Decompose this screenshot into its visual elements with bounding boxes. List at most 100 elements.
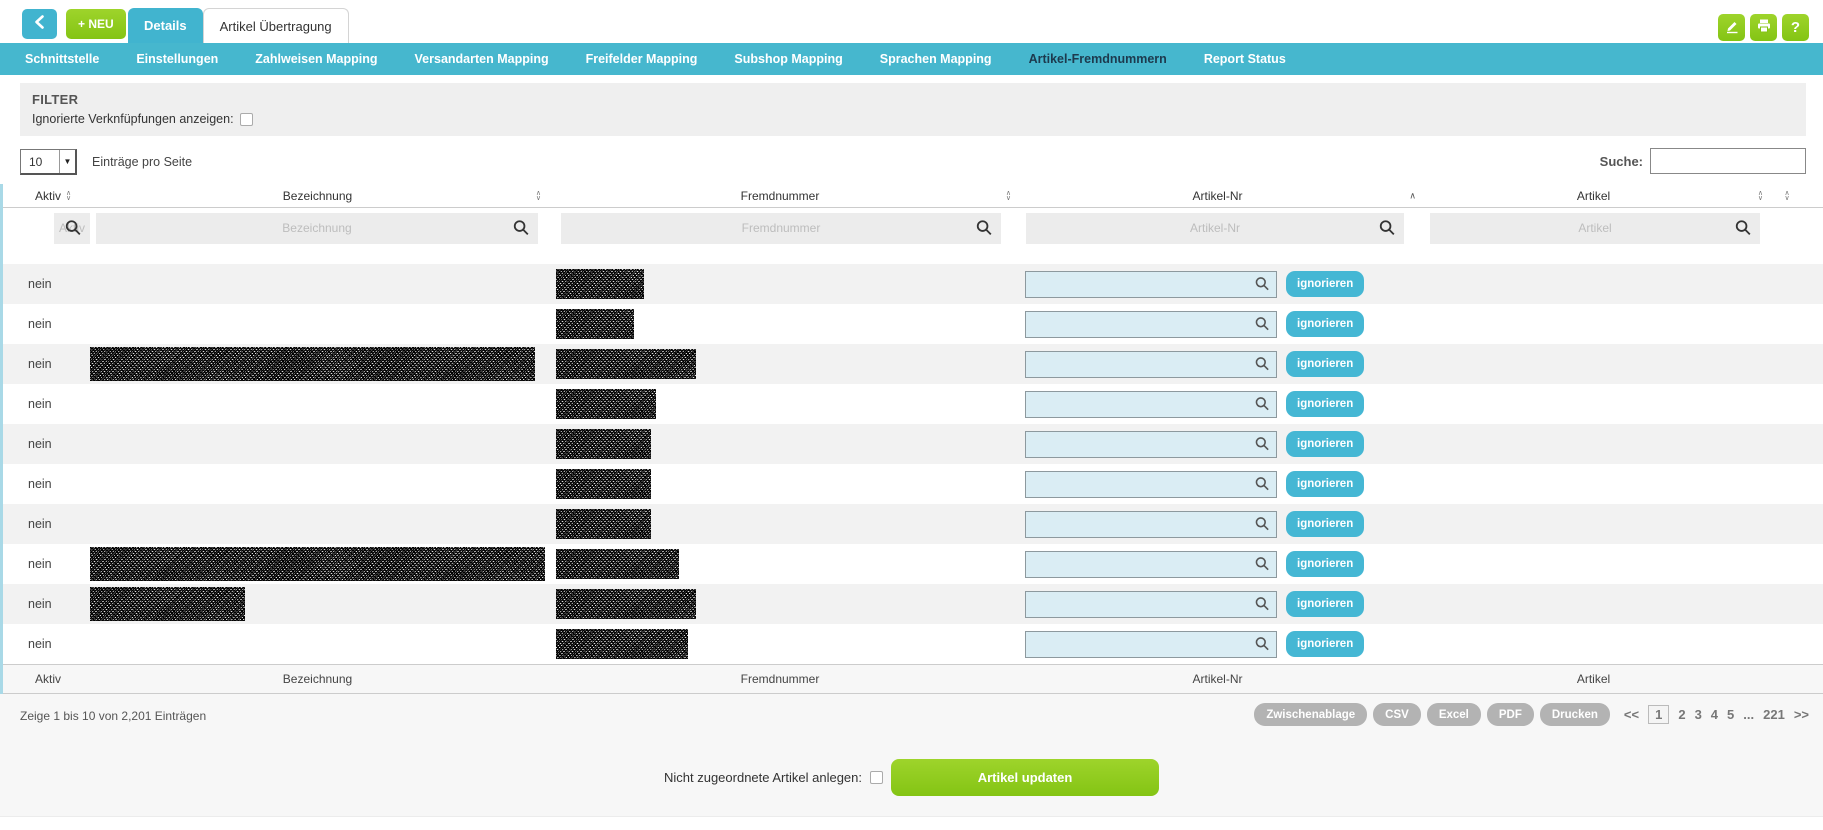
pagination-item[interactable]: 1	[1648, 705, 1669, 724]
pagination: <<12345...221>>	[1624, 705, 1809, 724]
export-button[interactable]: Zwischenablage	[1254, 703, 1367, 726]
create-unassigned-checkbox[interactable]	[870, 771, 883, 784]
table-row: nein ignorieren	[3, 504, 1823, 544]
sort-icon[interactable]: ∧∨	[1758, 191, 1763, 201]
column-header-fremdnummer[interactable]: Fremdnummer ∧∨	[545, 189, 1015, 203]
pagination-item[interactable]: 2	[1678, 707, 1685, 722]
search-icon	[1254, 436, 1271, 453]
page-size-select[interactable]: 10 ▼	[20, 149, 77, 175]
column-header-bezeichnung[interactable]: Bezeichnung ∧∨	[90, 189, 545, 203]
filter-input-artikel[interactable]: Artikel	[1430, 213, 1760, 244]
sort-icon[interactable]: ∧∨	[1784, 191, 1789, 201]
export-button[interactable]: Excel	[1427, 703, 1481, 726]
nav-item[interactable]: Subshop Mapping	[734, 52, 842, 66]
pagination-item[interactable]: 3	[1695, 707, 1702, 722]
search-icon	[1378, 219, 1397, 238]
pagination-item[interactable]: 4	[1711, 707, 1718, 722]
filter-input-aktiv[interactable]: Aktiv	[54, 213, 90, 244]
artikel-nr-input[interactable]	[1025, 511, 1277, 538]
aktiv-cell: nein	[20, 584, 90, 624]
nav-item[interactable]: Sprachen Mapping	[880, 52, 992, 66]
artikel-nr-cell: ignorieren	[1015, 624, 1420, 664]
print-button[interactable]	[1750, 14, 1777, 41]
redacted-fremdnummer	[556, 469, 651, 499]
filter-input-bezeichnung[interactable]: Bezeichnung	[96, 213, 538, 244]
aktiv-cell: nein	[20, 624, 90, 664]
ignorieren-button[interactable]: ignorieren	[1286, 471, 1364, 497]
footer-label-artikel: Artikel	[1420, 672, 1767, 686]
tab-artikel-uebertragung[interactable]: Artikel Übertragung	[203, 8, 349, 43]
new-button[interactable]: + NEU	[66, 9, 126, 39]
export-button[interactable]: Drucken	[1540, 703, 1610, 726]
sort-icon[interactable]: ∧∨	[1006, 191, 1011, 201]
nav-item[interactable]: Einstellungen	[136, 52, 218, 66]
table-row: nein ignorieren	[3, 464, 1823, 504]
redacted-bezeichnung	[90, 547, 545, 581]
pagination-item[interactable]: 5	[1727, 707, 1734, 722]
nav-item[interactable]: Zahlweisen Mapping	[255, 52, 377, 66]
filter-input-artikel-nr[interactable]: Artikel-Nr	[1026, 213, 1404, 244]
ignorieren-button[interactable]: ignorieren	[1286, 351, 1364, 377]
fremdnummer-cell	[545, 584, 1015, 624]
ignorieren-button[interactable]: ignorieren	[1286, 431, 1364, 457]
sort-icon[interactable]: ∧∨	[66, 191, 71, 201]
fremdnummer-cell	[545, 544, 1015, 584]
export-button[interactable]: PDF	[1487, 703, 1534, 726]
module-nav: Schnittstelle Einstellungen Zahlweisen Map…	[0, 43, 1823, 75]
ignorieren-button[interactable]: ignorieren	[1286, 631, 1364, 657]
ignorieren-button[interactable]: ignorieren	[1286, 391, 1364, 417]
artikel-updaten-button[interactable]: Artikel updaten	[891, 759, 1159, 796]
nav-item[interactable]: Freifelder Mapping	[586, 52, 698, 66]
ignorieren-button[interactable]: ignorieren	[1286, 311, 1364, 337]
footer-label-aktiv: Aktiv	[20, 672, 90, 686]
filter-input-fremdnummer[interactable]: Fremdnummer	[561, 213, 1001, 244]
artikel-nr-input[interactable]	[1025, 551, 1277, 578]
sort-icon[interactable]: ∧∨	[536, 191, 541, 201]
edit-button[interactable]	[1718, 14, 1745, 41]
pagination-item[interactable]: 221	[1763, 707, 1785, 722]
artikel-cell	[1420, 464, 1767, 504]
artikel-nr-cell: ignorieren	[1015, 304, 1420, 344]
search-icon	[1254, 596, 1271, 613]
artikel-nr-cell: ignorieren	[1015, 424, 1420, 464]
pagination-item[interactable]: <<	[1624, 707, 1639, 722]
nav-item[interactable]: Report Status	[1204, 52, 1286, 66]
aktiv-cell: nein	[20, 424, 90, 464]
artikel-nr-input[interactable]	[1025, 591, 1277, 618]
ignorieren-button[interactable]: ignorieren	[1286, 271, 1364, 297]
nav-item[interactable]: Artikel-Fremdnummern	[1029, 52, 1167, 66]
table-row: nein ignorieren	[3, 624, 1823, 664]
artikel-nr-input[interactable]	[1025, 431, 1277, 458]
nav-item[interactable]: Schnittstelle	[25, 52, 99, 66]
footer-label-fremdnummer: Fremdnummer	[545, 672, 1015, 686]
tab-details[interactable]: Details	[128, 8, 203, 43]
column-header-artikel-nr[interactable]: Artikel-Nr ∧	[1015, 189, 1420, 203]
artikel-nr-input[interactable]	[1025, 631, 1277, 658]
redacted-fremdnummer	[556, 629, 688, 659]
artikel-nr-input[interactable]	[1025, 351, 1277, 378]
page-size-value: 10	[21, 155, 59, 169]
ignorieren-button[interactable]: ignorieren	[1286, 511, 1364, 537]
entries-info: Zeige 1 bis 10 von 2,201 Einträgen	[20, 709, 206, 723]
column-header-actions[interactable]: ∧∨	[1767, 191, 1807, 201]
pagination-item[interactable]: >>	[1794, 707, 1809, 722]
ignorieren-button[interactable]: ignorieren	[1286, 591, 1364, 617]
nav-item[interactable]: Versandarten Mapping	[415, 52, 549, 66]
artikel-nr-cell: ignorieren	[1015, 344, 1420, 384]
artikel-nr-input[interactable]	[1025, 271, 1277, 298]
column-header-aktiv[interactable]: Aktiv ∧∨	[20, 189, 90, 203]
back-button[interactable]	[22, 9, 57, 39]
artikel-nr-input[interactable]	[1025, 391, 1277, 418]
ignorieren-button[interactable]: ignorieren	[1286, 551, 1364, 577]
artikel-nr-input[interactable]	[1025, 471, 1277, 498]
show-ignored-checkbox[interactable]	[240, 113, 253, 126]
sort-asc-icon[interactable]: ∧	[1409, 191, 1416, 200]
search-icon	[1254, 356, 1271, 373]
redacted-fremdnummer	[556, 549, 679, 579]
export-button[interactable]: CSV	[1373, 703, 1421, 726]
help-button[interactable]: ?	[1782, 14, 1809, 41]
redacted-fremdnummer	[556, 389, 656, 419]
column-header-artikel[interactable]: Artikel ∧∨	[1420, 189, 1767, 203]
artikel-nr-input[interactable]	[1025, 311, 1277, 338]
search-input[interactable]	[1650, 148, 1806, 174]
